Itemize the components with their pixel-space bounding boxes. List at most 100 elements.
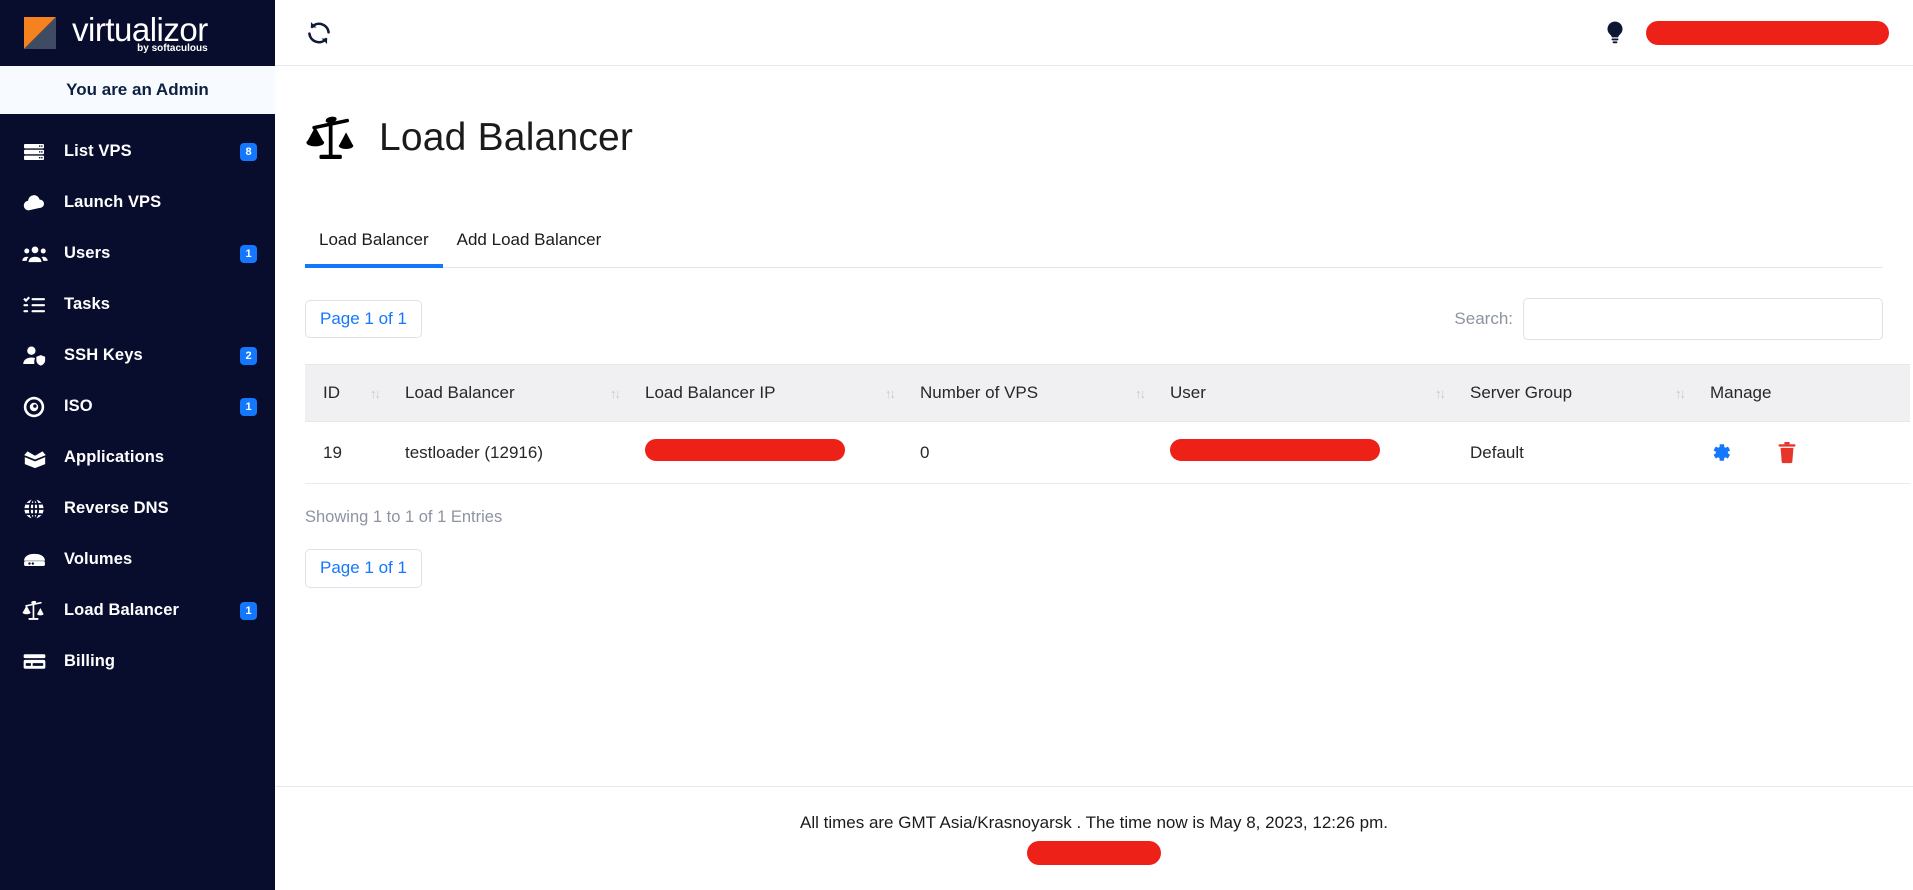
sidebar-item-users[interactable]: Users 1 (0, 228, 275, 279)
sort-icon[interactable]: ↑↓ (610, 386, 621, 401)
column-label: User (1170, 383, 1206, 403)
sort-icon[interactable]: ↑↓ (885, 386, 896, 401)
sidebar-item-label: SSH Keys (64, 346, 143, 364)
refresh-icon[interactable] (305, 19, 333, 47)
sidebar-item-ssh-keys[interactable]: SSH Keys 2 (0, 330, 275, 381)
cell-load-balancer-ip (645, 421, 920, 485)
search-label: Search: (1454, 309, 1513, 329)
sidebar-item-label: Billing (64, 652, 116, 670)
redacted-ip-value (645, 439, 845, 462)
sidebar-item-list-vps[interactable]: List VPS 8 (0, 126, 275, 177)
column-label: ID (323, 383, 340, 403)
main-area: Load Balancer Load Balancer Add Load Bal… (275, 0, 1913, 890)
sidebar-badge: 1 (240, 397, 257, 416)
load-balancer-table: ID ↑↓ Load Balancer ↑↓ Load Balancer IP … (305, 364, 1910, 485)
lightbulb-icon[interactable] (1604, 20, 1626, 46)
column-header-server-group[interactable]: Server Group ↑↓ (1470, 364, 1710, 423)
sort-icon[interactable]: ↑↓ (1435, 386, 1446, 401)
sidebar-item-label: Applications (64, 448, 165, 466)
sidebar-badge: 1 (240, 244, 257, 263)
search-input[interactable] (1523, 298, 1883, 341)
page-indicator-top[interactable]: Page 1 of 1 (305, 300, 422, 339)
sidebar-item-tasks[interactable]: Tasks (0, 279, 275, 330)
sidebar-badge: 1 (240, 601, 257, 620)
redacted-user-value (1170, 439, 1380, 462)
cell-number-of-vps: 0 (920, 421, 1170, 485)
virtualizor-logo-icon (22, 13, 62, 53)
scales-icon (22, 598, 56, 623)
open-box-icon (22, 445, 56, 471)
column-header-load-balancer[interactable]: Load Balancer ↑↓ (405, 364, 645, 423)
topbar (275, 0, 1913, 66)
tab-add-load-balancer[interactable]: Add Load Balancer (443, 218, 616, 268)
sidebar-item-label: Reverse DNS (64, 499, 169, 517)
trash-icon[interactable] (1776, 441, 1798, 465)
globe-icon (22, 497, 56, 521)
sort-icon[interactable]: ↑↓ (370, 386, 381, 401)
sidebar-item-label: ISO (64, 397, 93, 415)
cell-id: 19 (305, 421, 405, 485)
sidebar-item-label: Tasks (64, 295, 111, 313)
search-area: Search: (1454, 298, 1883, 341)
sort-icon[interactable]: ↑↓ (1135, 386, 1146, 401)
table-header-row: ID ↑↓ Load Balancer ↑↓ Load Balancer IP … (305, 364, 1910, 423)
app-root: virtualizor by softaculous You are an Ad… (0, 0, 1913, 890)
sidebar-item-load-balancer[interactable]: Load Balancer 1 (0, 585, 275, 636)
column-header-load-balancer-ip[interactable]: Load Balancer IP ↑↓ (645, 364, 920, 423)
disc-icon (22, 395, 56, 419)
page-content: Load Balancer Load Balancer Add Load Bal… (275, 66, 1913, 786)
column-label: Manage (1710, 383, 1772, 403)
table-toolbar: Page 1 of 1 Search: (305, 298, 1883, 341)
column-label: Number of VPS (920, 383, 1039, 403)
cloud-upload-icon (22, 190, 56, 215)
page-indicator-bottom[interactable]: Page 1 of 1 (305, 549, 422, 588)
sidebar-item-iso[interactable]: ISO 1 (0, 381, 275, 432)
footer: All times are GMT Asia/Krasnoyarsk . The… (275, 786, 1913, 890)
user-shield-icon (22, 343, 56, 368)
sidebar: virtualizor by softaculous You are an Ad… (0, 0, 275, 890)
sort-icon[interactable]: ↑↓ (1675, 386, 1686, 401)
redacted-footer-label (1027, 841, 1161, 865)
cell-server-group: Default (1470, 421, 1710, 485)
cell-manage (1710, 421, 1910, 485)
sidebar-item-label: Volumes (64, 550, 133, 568)
gear-icon[interactable] (1710, 442, 1732, 464)
sidebar-badge: 8 (240, 142, 257, 161)
column-header-manage: Manage (1710, 364, 1910, 423)
sidebar-item-applications[interactable]: Applications (0, 432, 275, 483)
sidebar-item-label: Load Balancer (64, 601, 180, 619)
sidebar-nav: List VPS 8 Launch VPS Users 1 Tasks SSH … (0, 114, 275, 687)
brand-name: virtualizor (72, 10, 208, 48)
credit-card-icon (22, 649, 56, 674)
tab-load-balancer[interactable]: Load Balancer (305, 218, 443, 269)
showing-entries-text: Showing 1 to 1 of 1 Entries (305, 508, 503, 527)
column-header-user[interactable]: User ↑↓ (1170, 364, 1470, 423)
sidebar-badge: 2 (240, 346, 257, 365)
cell-load-balancer: testloader (12916) (405, 421, 645, 485)
column-header-id[interactable]: ID ↑↓ (305, 364, 405, 423)
page-title: Load Balancer (379, 116, 634, 160)
sidebar-item-billing[interactable]: Billing (0, 636, 275, 687)
users-icon (22, 241, 56, 267)
table-body: 19 testloader (12916) 0 Default (305, 421, 1910, 485)
sidebar-item-label: List VPS (64, 142, 132, 160)
redacted-account-label[interactable] (1646, 20, 1889, 45)
sidebar-item-label: Launch VPS (64, 193, 162, 211)
footer-time-text: All times are GMT Asia/Krasnoyarsk . The… (799, 813, 1388, 832)
drive-icon (22, 547, 56, 572)
column-header-number-of-vps[interactable]: Number of VPS ↑↓ (920, 364, 1170, 423)
column-label: Load Balancer (405, 383, 515, 403)
cell-user (1170, 421, 1470, 485)
admin-banner: You are an Admin (0, 66, 275, 114)
table-row: 19 testloader (12916) 0 Default (305, 421, 1910, 485)
sidebar-item-launch-vps[interactable]: Launch VPS (0, 177, 275, 228)
brand-logo-block[interactable]: virtualizor by softaculous (0, 0, 275, 66)
tasks-icon (22, 293, 56, 317)
sidebar-item-volumes[interactable]: Volumes (0, 534, 275, 585)
sidebar-item-reverse-dns[interactable]: Reverse DNS (0, 483, 275, 534)
scales-icon (305, 110, 361, 166)
sidebar-item-label: Users (64, 244, 111, 262)
table-header: ID ↑↓ Load Balancer ↑↓ Load Balancer IP … (305, 364, 1910, 423)
page-header: Load Balancer (305, 66, 1883, 196)
column-label: Server Group (1470, 383, 1573, 403)
